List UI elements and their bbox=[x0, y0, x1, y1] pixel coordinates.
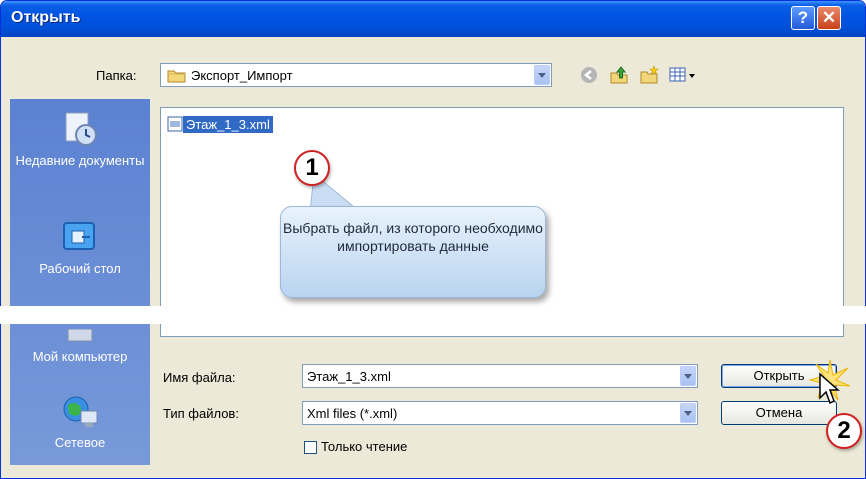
step-1-badge: 1 bbox=[294, 150, 330, 186]
place-recent-documents[interactable]: Недавние документы bbox=[10, 109, 150, 169]
filetype-dropdown-button[interactable] bbox=[680, 403, 696, 423]
folder-label: Папка: bbox=[96, 68, 137, 83]
cancel-button-label: Отмена bbox=[755, 405, 803, 420]
filename-field[interactable]: Этаж_1_3.xml bbox=[302, 364, 698, 388]
new-folder-icon[interactable] bbox=[639, 65, 659, 85]
title-bar[interactable]: Открыть ? ✕ bbox=[1, 1, 865, 37]
folder-value: Экспорт_Импорт bbox=[191, 68, 293, 83]
folder-icon bbox=[167, 70, 186, 83]
step-2-label: 2 bbox=[837, 417, 851, 444]
filename-dropdown-button[interactable] bbox=[680, 366, 696, 386]
place-network[interactable]: Сетевое bbox=[10, 395, 150, 451]
place-label: Мой компьютер bbox=[32, 349, 128, 364]
place-label: Недавние документы bbox=[15, 153, 145, 168]
readonly-label: Только чтение bbox=[321, 439, 408, 454]
filetype-value: Xml files (*.xml) bbox=[307, 406, 398, 421]
filename-label: Имя файла: bbox=[163, 370, 236, 385]
file-name: Этаж_1_3.xml bbox=[183, 115, 273, 133]
callout-tooltip: Выбрать файл, из которого необходимо имп… bbox=[280, 206, 546, 298]
dialog-title: Открыть bbox=[11, 9, 81, 26]
filetype-select[interactable]: Xml files (*.xml) bbox=[302, 401, 698, 425]
open-button-label: Открыть bbox=[753, 368, 805, 383]
filename-value: Этаж_1_3.xml bbox=[307, 369, 391, 384]
list-item[interactable]: Этаж_1_3.xml bbox=[167, 114, 273, 134]
back-icon[interactable] bbox=[579, 65, 599, 85]
close-icon: ✕ bbox=[821, 8, 837, 27]
help-icon: ? bbox=[797, 8, 809, 27]
up-folder-icon[interactable] bbox=[609, 65, 629, 85]
folder-combo[interactable]: Экспорт_Импорт bbox=[160, 63, 552, 87]
folder-dropdown-button[interactable] bbox=[534, 65, 550, 85]
callout-text: Выбрать файл, из которого необходимо имп… bbox=[283, 220, 543, 254]
overlay-band bbox=[0, 306, 866, 324]
places-bar: Недавние документы Рабочий стол Мой комп… bbox=[10, 99, 150, 465]
place-label: Сетевое bbox=[54, 435, 106, 450]
step-2-badge: 2 bbox=[826, 413, 862, 449]
place-desktop[interactable]: Рабочий стол bbox=[10, 221, 150, 277]
view-menu-icon[interactable] bbox=[669, 65, 697, 85]
close-button[interactable]: ✕ bbox=[817, 6, 841, 30]
xml-file-icon bbox=[167, 116, 183, 132]
filetype-label: Тип файлов: bbox=[163, 406, 239, 421]
place-label: Рабочий стол bbox=[39, 261, 121, 276]
desktop-icon bbox=[63, 222, 95, 250]
step-1-label: 1 bbox=[305, 154, 319, 181]
my-computer-icon bbox=[67, 329, 93, 342]
place-my-computer[interactable]: Мой компьютер bbox=[10, 329, 150, 365]
readonly-checkbox[interactable] bbox=[304, 441, 317, 454]
recent-documents-icon bbox=[65, 112, 97, 146]
help-button[interactable]: ? bbox=[791, 6, 815, 30]
network-icon bbox=[63, 396, 98, 427]
mouse-cursor-icon bbox=[819, 372, 840, 405]
